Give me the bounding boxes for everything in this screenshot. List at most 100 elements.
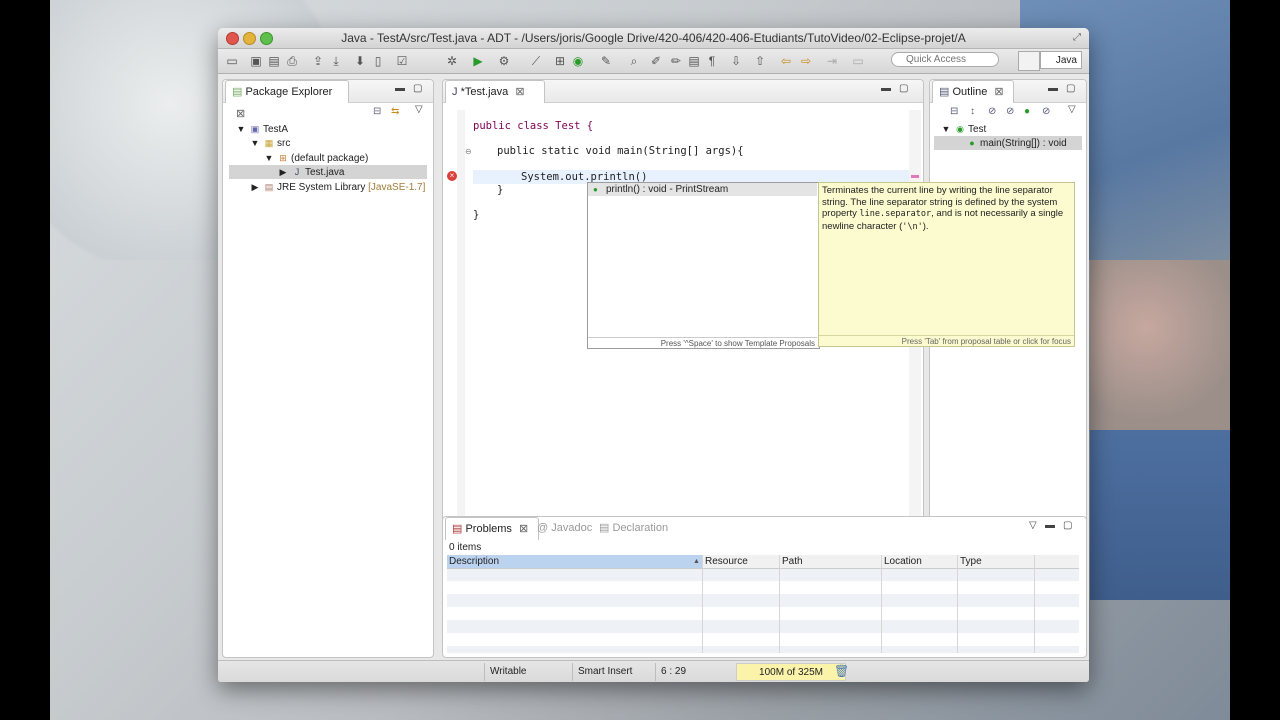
minimize-icon[interactable]: ▬ bbox=[1045, 520, 1055, 531]
maximize-icon[interactable]: ▢ bbox=[1063, 520, 1072, 531]
view-menu-icon[interactable]: ▽ bbox=[1029, 520, 1037, 531]
upload-icon[interactable]: ⇪ bbox=[310, 53, 326, 69]
eclipse-window: Java - TestA/src/Test.java - ADT - /User… bbox=[218, 28, 1089, 682]
problems-icon: ▤ bbox=[452, 523, 463, 535]
trash-icon[interactable]: 🗑 bbox=[834, 664, 849, 678]
expanded-icon: ▼ bbox=[236, 124, 246, 134]
new-icon[interactable]: ▭ bbox=[224, 53, 240, 69]
toggle-highlight-icon[interactable]: ✏ bbox=[668, 53, 684, 69]
editor-ruler bbox=[457, 110, 465, 520]
maximize-icon[interactable]: ▢ bbox=[1066, 83, 1075, 94]
column-divider bbox=[702, 555, 703, 653]
back-icon[interactable]: ⇦ bbox=[778, 53, 794, 69]
hide-fields-icon[interactable]: ⊘ bbox=[988, 106, 996, 117]
java-perspective-button[interactable]: Java bbox=[1040, 51, 1082, 69]
public-method-icon: ● bbox=[593, 185, 598, 194]
code-line-5[interactable]: } bbox=[473, 209, 479, 221]
code-line-2[interactable]: public static void main(String[] args){ bbox=[497, 145, 744, 157]
tab-declaration[interactable]: ▤ Declaration bbox=[593, 517, 674, 539]
hide-non-public-icon[interactable]: ● bbox=[1024, 106, 1030, 117]
open-perspective-button[interactable] bbox=[1018, 51, 1040, 71]
error-overview-mark[interactable] bbox=[911, 175, 919, 178]
tab-problems[interactable]: ▤ Problems ⊠ bbox=[445, 517, 539, 540]
tree-item-test-java[interactable]: ▶ J Test.java bbox=[229, 165, 427, 179]
view-menu-icon[interactable]: ▽ bbox=[415, 104, 423, 115]
javadoc-hover[interactable]: Terminates the current line by writing t… bbox=[818, 182, 1075, 347]
pin-editor-icon[interactable]: ▭ bbox=[850, 53, 866, 69]
maximize-icon[interactable]: ▢ bbox=[413, 83, 422, 94]
close-tab-icon[interactable]: ⊠ bbox=[515, 86, 524, 98]
column-header-path[interactable]: Path bbox=[782, 555, 803, 568]
close-tab-icon[interactable]: ⊠ bbox=[994, 86, 1003, 98]
previous-annotation-icon[interactable]: ⇧ bbox=[752, 53, 768, 69]
tree-item-src[interactable]: ▼ ▦ src bbox=[249, 136, 291, 150]
code-text: public static void main(String[] args){ bbox=[497, 145, 744, 157]
new-java-class-icon[interactable]: ◉ bbox=[570, 53, 586, 69]
next-annotation-icon[interactable]: ⇩ bbox=[728, 53, 744, 69]
close-tab-icon[interactable]: ⊠ bbox=[519, 523, 528, 535]
android-sdk-icon[interactable]: ⬇ bbox=[352, 53, 368, 69]
debug-icon[interactable]: ✲ bbox=[444, 53, 460, 69]
open-type-icon[interactable]: ✎ bbox=[598, 53, 614, 69]
tab-javadoc[interactable]: @ Javadoc bbox=[531, 517, 598, 539]
column-header-resource[interactable]: Resource bbox=[705, 555, 748, 568]
download-icon[interactable]: ⤓ bbox=[328, 53, 344, 69]
task-icon[interactable]: ☑ bbox=[394, 53, 410, 69]
problems-panel: ▤ Problems ⊠ @ Javadoc ▤ Declaration ▽ ▬… bbox=[442, 516, 1087, 658]
skip-breakpoints-icon[interactable]: ⟋ bbox=[528, 53, 544, 69]
java-file-icon: J bbox=[294, 167, 300, 177]
proposal-item[interactable]: ● println() : void - PrintStream bbox=[588, 183, 817, 196]
collapse-all-icon[interactable]: ⊟ bbox=[373, 106, 381, 117]
error-marker-icon[interactable]: × bbox=[447, 171, 457, 181]
column-header-location[interactable]: Location bbox=[884, 555, 922, 568]
outline-class-item[interactable]: ▼ ◉ Test bbox=[940, 122, 987, 136]
content-assist-footer: Press '^Space' to show Template Proposal… bbox=[588, 337, 817, 348]
tab-package-explorer[interactable]: ▤ Package Explorer ⊠ bbox=[225, 80, 349, 120]
tree-item-default-package[interactable]: ▼ ⊞ (default package) bbox=[263, 151, 369, 165]
javadoc-text-part: ). bbox=[922, 220, 929, 232]
forward-icon[interactable]: ⇨ bbox=[798, 53, 814, 69]
link-with-editor-icon[interactable]: ⇆ bbox=[391, 106, 399, 117]
fold-marker-icon[interactable]: ⊖ bbox=[465, 147, 472, 156]
tab-outline[interactable]: ▤ Outline ⊠ bbox=[932, 80, 1014, 103]
code-line-4[interactable]: } bbox=[497, 184, 503, 196]
sort-icon[interactable]: ↕ bbox=[970, 106, 975, 117]
collapse-all-icon[interactable]: ⊟ bbox=[950, 106, 958, 117]
problems-tabbar: ▤ Problems ⊠ @ Javadoc ▤ Declaration ▽ ▬… bbox=[443, 517, 1086, 540]
column-header-description[interactable]: Description bbox=[449, 555, 499, 568]
block-selection-icon[interactable]: ▤ bbox=[686, 53, 702, 69]
hide-local-types-icon[interactable]: ⊘ bbox=[1042, 106, 1050, 117]
view-menu-icon[interactable]: ▽ bbox=[1068, 104, 1076, 115]
quick-access-input[interactable] bbox=[891, 52, 999, 67]
avd-manager-icon[interactable]: ▯ bbox=[370, 53, 386, 69]
external-tools-icon[interactable]: ⚙ bbox=[496, 53, 512, 69]
save-all-icon[interactable]: ▤ bbox=[266, 53, 282, 69]
package-explorer-title: Package Explorer bbox=[245, 86, 333, 98]
minimize-icon[interactable]: ▬ bbox=[881, 83, 891, 94]
last-edit-icon[interactable]: ⇥ bbox=[824, 53, 840, 69]
outline-method-item[interactable]: ● main(String[]) : void bbox=[934, 136, 1082, 150]
run-icon[interactable]: ▶ bbox=[470, 53, 486, 69]
heap-status[interactable]: 100M of 325M bbox=[736, 663, 846, 681]
maximize-icon[interactable]: ▢ bbox=[899, 83, 908, 94]
show-whitespace-icon[interactable]: ¶ bbox=[704, 53, 720, 69]
tree-item-jre-library[interactable]: ▶ ▤ JRE System Library [JavaSE-1.7] bbox=[249, 180, 426, 194]
save-icon[interactable]: ▣ bbox=[248, 53, 264, 69]
column-header-type[interactable]: Type bbox=[960, 555, 982, 568]
package-explorer-tabbar: ▤ Package Explorer ⊠ ▬ ▢ bbox=[223, 80, 433, 120]
minimize-icon[interactable]: ▬ bbox=[1048, 83, 1058, 94]
column-divider bbox=[779, 555, 780, 653]
minimize-icon[interactable]: ▬ bbox=[395, 83, 405, 94]
tree-item-project[interactable]: ▼ ▣ TestA bbox=[235, 122, 288, 136]
code-line-1[interactable]: public class Test { bbox=[473, 120, 593, 132]
close-tab-icon[interactable]: ⊠ bbox=[236, 108, 245, 120]
tab-test-java[interactable]: J *Test.java ⊠ bbox=[445, 80, 545, 103]
code-text: public class Test { bbox=[473, 120, 594, 132]
search-icon[interactable]: ⌕ bbox=[626, 53, 642, 69]
toggle-mark-occurrences-icon[interactable]: ✐ bbox=[648, 53, 664, 69]
status-bar: Writable Smart Insert 6 : 29 100M of 325… bbox=[218, 660, 1089, 682]
fullscreen-icon[interactable]: ⤢ bbox=[1073, 32, 1083, 43]
print-icon[interactable]: ⎙ bbox=[284, 53, 300, 69]
new-java-package-icon[interactable]: ⊞ bbox=[552, 53, 568, 69]
hide-static-icon[interactable]: ⊘ bbox=[1006, 106, 1014, 117]
